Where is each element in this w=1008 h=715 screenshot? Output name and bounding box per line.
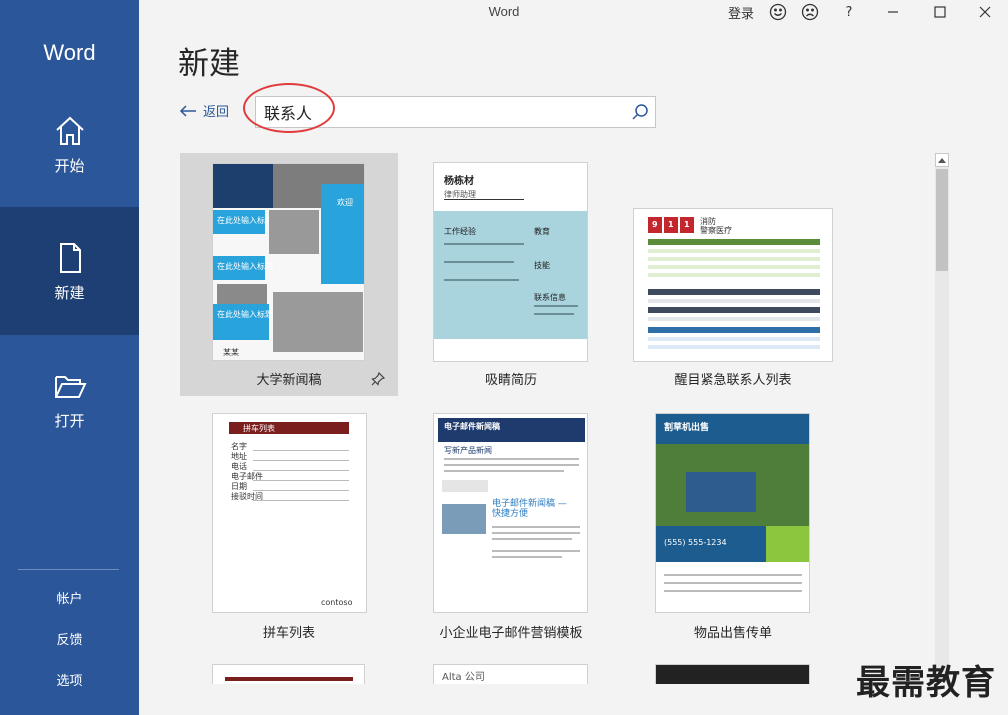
- mini-banner: 欢迎: [337, 198, 353, 207]
- mini-header: 割草机出售: [664, 423, 710, 433]
- minimize-icon: [888, 11, 898, 13]
- sidebar-link-feedback[interactable]: 反馈: [0, 629, 139, 648]
- template-name: 醒目紧急联系人列表: [674, 373, 792, 388]
- template-card-college-newsletter[interactable]: 欢迎 在此处输入标题 在此处输入标题 在此处输入标题 某某 大学新闻稿: [180, 153, 398, 396]
- vertical-scrollbar[interactable]: [935, 153, 949, 683]
- back-link[interactable]: 返回: [179, 101, 229, 120]
- arrow-left-icon: [179, 104, 196, 117]
- template-card-emergency-contact-list[interactable]: 9 1 1 消防 警察医疗 醒目紧急联系人列表: [624, 153, 842, 396]
- page-title: 新建: [178, 46, 240, 82]
- mini-price: (555) 555-1234: [664, 538, 727, 547]
- sidebar-divider: [18, 569, 119, 570]
- frown-feedback-button[interactable]: [799, 2, 821, 22]
- maximize-icon: [934, 6, 946, 18]
- mini-name: 杨栋材: [444, 176, 474, 187]
- template-name: 吸睛简历: [484, 373, 537, 388]
- template-thumbnail: 电子邮件新闻稿 写新产品新闻 电子邮件新闻稿 — 快捷方便: [433, 413, 588, 613]
- new-document-icon: [59, 242, 81, 273]
- app-brand: Word: [43, 40, 96, 65]
- smile-feedback-button[interactable]: [767, 2, 789, 22]
- template-name: 拼车列表: [262, 626, 315, 641]
- template-name: 大学新闻稿: [256, 373, 322, 388]
- mini-subtitle: 律师助理: [444, 190, 476, 199]
- mini-logo: contoso: [321, 598, 353, 607]
- mini-section: 教育: [534, 227, 550, 236]
- template-thumbnail: 杨栋材 律师助理 工作经验 教育 技能 联系信息: [433, 162, 588, 362]
- template-card-eye-catching-resume[interactable]: 杨栋材 律师助理 工作经验 教育 技能 联系信息 吸睛简历: [402, 153, 620, 396]
- minimize-button[interactable]: [881, 2, 905, 22]
- mini-section: 联系信息: [534, 293, 566, 302]
- template-thumbnail-partial[interactable]: [212, 664, 365, 684]
- template-name: 物品出售传单: [693, 626, 772, 641]
- mini-big-text: 快捷方便: [492, 509, 529, 519]
- watermark-text: 最需教育: [856, 663, 996, 703]
- frown-icon: [801, 3, 819, 21]
- title-bar: Word 登录 ?: [139, 0, 1008, 24]
- search-icon[interactable]: [631, 103, 649, 121]
- mini-big-text: 电子邮件新闻稿 —: [492, 499, 567, 509]
- close-button[interactable]: [973, 2, 997, 22]
- home-icon: [55, 116, 84, 145]
- template-thumbnail: 欢迎 在此处输入标题 在此处输入标题 在此处输入标题 某某: [212, 163, 365, 361]
- mini-footer: 某某: [223, 348, 239, 357]
- signin-link[interactable]: 登录: [725, 2, 757, 22]
- template-thumbnail: 拼车列表 名字 地址 电话 电子邮件 日期 接驳时间 contoso: [212, 413, 367, 613]
- mini-line: 消防: [700, 217, 716, 226]
- caret-up-icon: [938, 158, 946, 163]
- pin-icon[interactable]: [370, 371, 386, 387]
- mini-section: 工作经验: [444, 227, 476, 236]
- template-card-email-marketing[interactable]: 电子邮件新闻稿 写新产品新闻 电子邮件新闻稿 — 快捷方便 小企业电子邮件营销模…: [402, 403, 620, 646]
- mini-heading: 在此处输入标题: [217, 216, 273, 225]
- mini-digit: 9: [652, 220, 658, 229]
- mini-row: 日期: [231, 482, 247, 491]
- smile-icon: [769, 3, 787, 21]
- mini-row: 电话: [231, 462, 247, 471]
- template-card-carpool-list[interactable]: 拼车列表 名字 地址 电话 电子邮件 日期 接驳时间 contoso 拼车列表: [180, 403, 398, 646]
- help-button[interactable]: ?: [839, 2, 859, 22]
- mini-section: 技能: [534, 261, 550, 270]
- mini-heading: 在此处输入标题: [217, 262, 273, 271]
- scroll-thumb[interactable]: [936, 169, 948, 271]
- sidebar-item-label: 开始: [54, 156, 85, 175]
- template-thumbnail: 9 1 1 消防 警察医疗: [633, 208, 833, 362]
- sidebar-link-account[interactable]: 帐户: [0, 588, 139, 607]
- mini-line: 警察医疗: [700, 226, 732, 235]
- template-thumbnail-partial[interactable]: [655, 664, 810, 684]
- sidebar-item-open[interactable]: 打开: [0, 335, 139, 463]
- mini-header: 拼车列表: [243, 424, 275, 433]
- sidebar-item-home[interactable]: 开始: [0, 80, 139, 208]
- mini-section: 写新产品新闻: [444, 446, 492, 455]
- sidebar-item-new[interactable]: 新建: [0, 207, 139, 335]
- maximize-button[interactable]: [928, 2, 952, 22]
- mini-heading: 在此处输入标题: [217, 310, 273, 319]
- sidebar-item-label: 打开: [54, 411, 85, 430]
- sidebar: Word 开始 新建 打开 帐户 反馈 选项: [0, 0, 139, 715]
- template-thumbnail-partial[interactable]: Alta 公司: [433, 664, 588, 684]
- folder-open-icon: [54, 375, 87, 398]
- template-search-box: [255, 96, 656, 128]
- mini-header: 电子邮件新闻稿: [444, 422, 500, 431]
- template-card-item-sale-flyer[interactable]: 割草机出售 (555) 555-1234 物品出售传单: [624, 403, 842, 646]
- template-thumbnail: 割草机出售 (555) 555-1234: [655, 413, 810, 613]
- back-label: 返回: [203, 105, 230, 120]
- mini-digit: 1: [668, 220, 674, 229]
- mini-row: 名字: [231, 442, 247, 451]
- mini-digit: 1: [684, 220, 690, 229]
- scroll-up-button[interactable]: [935, 153, 949, 167]
- template-search-input[interactable]: [256, 102, 616, 122]
- sidebar-link-options[interactable]: 选项: [0, 670, 139, 689]
- mini-company: Alta 公司: [442, 672, 485, 683]
- template-name: 小企业电子邮件营销模板: [439, 626, 583, 641]
- mini-row: 地址: [231, 452, 247, 461]
- window-title: Word: [488, 4, 520, 19]
- sidebar-item-label: 新建: [54, 283, 85, 302]
- close-icon: [979, 6, 991, 18]
